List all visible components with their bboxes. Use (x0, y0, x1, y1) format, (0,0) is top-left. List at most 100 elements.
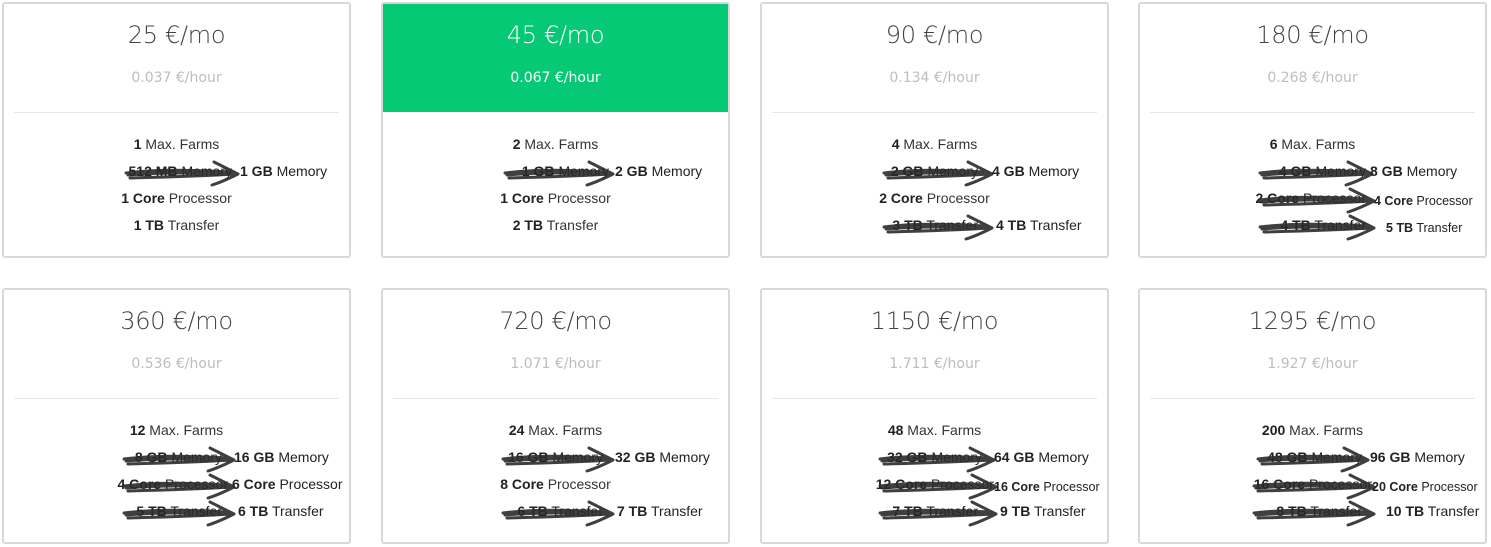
old-feature-text: 5 TB Transfer (136, 501, 222, 521)
old-feature-label: Processor (1302, 190, 1366, 206)
feature-row: 2 TB Transfer (383, 215, 728, 242)
feature-list: 6 Max. Farms 4 GB Memory 8 GB Memory 2 Core… (1140, 134, 1485, 242)
feature-value: 2 (512, 136, 521, 152)
old-feature-value: 32 GB (887, 449, 928, 465)
plan-hourly-price: 0.067 €/hour (510, 70, 601, 86)
new-feature-value: 5 TB (1386, 221, 1414, 235)
new-feature-value: 9 TB (1000, 503, 1031, 519)
feature-row: 8 Core Processor (383, 474, 728, 501)
feature-list: 4 Max. Farms 2 GB Memory 4 GB Memory 2 Core… (762, 134, 1107, 242)
plan-card[interactable]: 1295 €/mo 1.927 €/hour 200 Max. Farms 48 GB… (1138, 288, 1487, 544)
new-feature-value: 6 Core (232, 476, 276, 492)
new-feature-value: 4 GB (992, 163, 1025, 179)
feature-row: 200 Max. Farms (1140, 420, 1485, 447)
old-feature-label: Transfer (1314, 217, 1366, 233)
feature-row: 4 Core Processor 6 Core Processor (4, 473, 349, 501)
new-feature-label: Processor (279, 476, 343, 492)
new-feature-text: 8 GB Memory (1370, 161, 1457, 181)
feature-list: 200 Max. Farms 48 GB Memory 96 GB Memory 16… (1140, 420, 1485, 528)
plan-hourly-price: 1.071 €/hour (510, 356, 601, 372)
new-feature-label: Transfer (1033, 503, 1086, 519)
feature-text: 2 TB Transfer (383, 215, 728, 235)
feature-value: 12 (129, 422, 146, 438)
new-feature-label: Memory (1414, 449, 1465, 465)
old-feature-value: 7 TB (892, 503, 923, 519)
feature-text: 200 Max. Farms (1140, 420, 1485, 440)
feature-row: 3 TB Transfer 4 TB Transfer (762, 214, 1107, 242)
new-feature-value: 6 TB (238, 503, 269, 519)
feature-value: 1 (133, 136, 142, 152)
new-feature-label: Transfer (650, 503, 703, 519)
new-feature-label: Memory (278, 449, 329, 465)
plan-card[interactable]: 45 €/mo 0.067 €/hour 2 Max. Farms 1 GB Memo… (381, 2, 730, 258)
feature-list: 12 Max. Farms 8 GB Memory 16 GB Memory 4 Co… (4, 420, 349, 528)
plan-card[interactable]: 90 €/mo 0.134 €/hour 4 Max. Farms 2 GB Memo… (760, 2, 1109, 258)
divider (14, 398, 339, 399)
old-feature-value: 16 Core (1253, 476, 1306, 492)
plan-header: 90 €/mo 0.134 €/hour (762, 4, 1107, 112)
old-feature-text: 4 TB Transfer (1280, 215, 1366, 235)
divider (772, 112, 1097, 113)
plan-card[interactable]: 1150 €/mo 1.711 €/hour 48 Max. Farms 32 GB … (760, 288, 1109, 544)
feature-list: 1 Max. Farms 512 MB Memory 1 GB Memory 1 Co… (4, 134, 349, 242)
new-feature-label: Memory (1028, 163, 1080, 179)
new-feature-text: 20 Core Processor (1372, 477, 1478, 497)
feature-label: Processor (168, 190, 232, 206)
old-feature-label: Memory (181, 163, 232, 179)
new-feature-text: 5 TB Transfer (1386, 218, 1462, 238)
plan-header: 180 €/mo 0.268 €/hour (1140, 4, 1485, 112)
plan-card[interactable]: 25 €/mo 0.037 €/hour 1 Max. Farms 512 MB Me… (2, 2, 351, 258)
feature-value: 6 (1269, 136, 1278, 152)
new-feature-label: Transfer (271, 503, 324, 519)
plan-header: 45 €/mo 0.067 €/hour (383, 4, 728, 112)
old-feature-label: Transfer (926, 503, 978, 519)
plan-card[interactable]: 720 €/mo 1.071 €/hour 24 Max. Farms 16 GB M… (381, 288, 730, 544)
plan-header: 720 €/mo 1.071 €/hour (383, 290, 728, 398)
new-feature-text: 6 Core Processor (232, 474, 343, 494)
feature-text: 1 Max. Farms (4, 134, 349, 154)
old-feature-label: Transfer (551, 503, 603, 519)
old-feature-value: 48 GB (1267, 449, 1308, 465)
new-feature-label: Memory (1038, 449, 1089, 465)
feature-row: 6 TB Transfer 7 TB Transfer (383, 500, 728, 528)
old-feature-text: 32 GB Memory (887, 447, 982, 467)
pricing-grid: 25 €/mo 0.037 €/hour 1 Max. Farms 512 MB Me… (2, 2, 1489, 545)
old-feature-text: 8 TB Transfer (1276, 501, 1362, 521)
old-feature-value: 8 GB (134, 449, 168, 465)
plan-header: 1150 €/mo 1.711 €/hour (762, 290, 1107, 398)
feature-row: 512 MB Memory 1 GB Memory (4, 160, 349, 188)
feature-label: Max. Farms (1289, 422, 1364, 438)
new-feature-value: 4 Core (1374, 194, 1413, 208)
feature-list: 24 Max. Farms 16 GB Memory 32 GB Memory 8 C… (383, 420, 728, 528)
feature-value: 1 TB (133, 217, 165, 233)
new-feature-value: 7 TB (617, 503, 648, 519)
new-feature-text: 10 TB Transfer (1386, 501, 1479, 521)
feature-text: 1 TB Transfer (4, 215, 349, 235)
new-feature-label: Memory (659, 449, 710, 465)
old-feature-text: 3 TB Transfer (892, 215, 978, 235)
divider (14, 112, 339, 113)
feature-label: Max. Farms (149, 422, 224, 438)
old-feature-value: 12 Core (875, 476, 928, 492)
plan-hourly-price: 1.927 €/hour (1267, 356, 1358, 372)
feature-list: 48 Max. Farms 32 GB Memory 64 GB Memory 12 … (762, 420, 1107, 528)
old-feature-text: 16 GB Memory (508, 447, 603, 467)
new-feature-value: 2 GB (615, 163, 648, 179)
feature-label: Transfer (167, 217, 220, 233)
old-feature-text: 48 GB Memory (1267, 447, 1362, 467)
feature-row: 4 GB Memory 8 GB Memory (1140, 160, 1485, 188)
new-feature-label: Processor (1416, 194, 1473, 208)
new-feature-label: Transfer (1427, 503, 1480, 519)
new-feature-value: 16 GB (234, 449, 275, 465)
new-feature-value: 1 GB (240, 163, 273, 179)
old-feature-label: Processor (1308, 476, 1372, 492)
feature-row: 6 Max. Farms (1140, 134, 1485, 161)
feature-row: 1 GB Memory 2 GB Memory (383, 160, 728, 188)
feature-label: Transfer (546, 217, 599, 233)
plan-card[interactable]: 360 €/mo 0.536 €/hour 12 Max. Farms 8 GB Me… (2, 288, 351, 544)
new-feature-value: 4 TB (996, 217, 1027, 233)
plan-card[interactable]: 180 €/mo 0.268 €/hour 6 Max. Farms 4 GB Mem… (1138, 2, 1487, 258)
new-feature-label: Transfer (1416, 221, 1463, 235)
feature-label: Max. Farms (528, 422, 603, 438)
old-feature-value: 5 TB (136, 503, 167, 519)
